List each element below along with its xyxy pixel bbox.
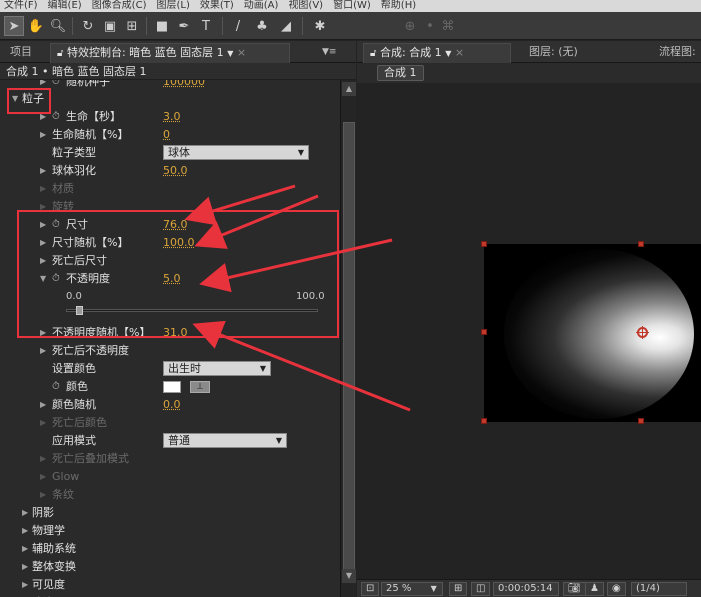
annotation-arrow <box>192 320 411 412</box>
annotation-arrow <box>194 194 319 249</box>
annotation-arrows <box>184 184 411 412</box>
annotation-arrow <box>199 238 393 293</box>
